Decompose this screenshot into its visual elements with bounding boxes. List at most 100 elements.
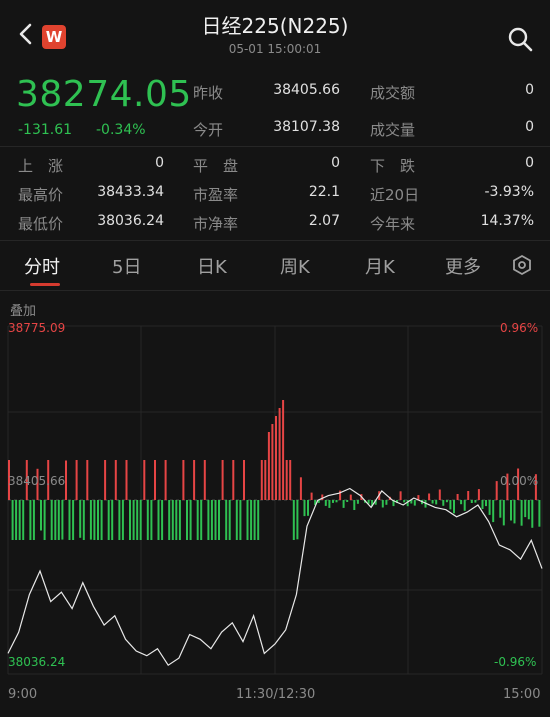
down-bar [520,500,523,526]
settings-icon[interactable] [511,254,533,276]
flat-label: 平 盘 [193,157,239,175]
up-bar [65,460,67,500]
down-bar [488,500,491,515]
up-bar [164,460,167,500]
down-bar [161,500,164,540]
down-bar [68,500,71,540]
down-bar [531,500,534,528]
pe-value: 22.1 [308,184,340,200]
down-bar [239,500,242,540]
down-bar [460,500,463,505]
divider [0,146,550,147]
down-bar [171,500,174,540]
ytd-value: 14.37% [480,213,534,229]
down-bar [82,500,85,540]
down-bar [118,500,121,540]
low-value: 38036.24 [97,213,164,229]
up-bar [289,460,292,500]
down-bar [146,500,149,540]
overlay-button[interactable]: 叠加 [10,300,36,319]
up-bar [114,460,117,500]
divider [0,240,550,241]
volume-label: 成交量 [370,121,416,139]
down-bar [178,500,181,540]
down-bar [492,500,495,523]
up-bar [104,460,107,500]
up-bar [310,492,313,500]
chart-top-value: 38775.09 [8,321,66,335]
down-value: 0 [525,155,534,171]
pe-label: 市盈率 [193,186,239,204]
tab-weekly-k[interactable]: 周K [280,253,310,279]
down-bar [445,500,448,503]
down-bar [342,500,345,508]
tab-monthly-k[interactable]: 月K [365,253,395,279]
search-icon[interactable] [505,24,535,54]
down-bar [538,500,541,527]
current-price: 38274.05 [16,74,192,115]
down-bar [189,500,192,540]
down-bar [175,500,178,540]
up-bar [285,460,288,500]
down-bar [15,500,18,540]
up-bar [428,493,431,500]
down-bar [207,500,210,540]
up-bar [456,494,459,500]
prev-close-value: 38405.66 [273,82,340,98]
down-bar [214,500,217,540]
open-value: 38107.38 [273,119,340,135]
down-bar [50,500,53,540]
x-axis-end: 15:00 [503,687,541,702]
down-bar [385,500,388,505]
down-bar [168,500,171,540]
down-bar [121,500,124,540]
up-bar [299,477,302,500]
down-bar [346,500,349,502]
up-bar [125,460,128,500]
down-bar [89,500,92,540]
flat-value: 0 [331,155,340,171]
volume-value: 0 [525,119,534,135]
up-bar [203,460,206,500]
tab-more[interactable]: 更多 [445,253,481,279]
down-bar [431,500,434,504]
down-bar [328,500,331,508]
up-label: 上 涨 [18,157,64,175]
down-bar [79,500,82,538]
price-change: -131.61 [18,122,73,138]
down-bar [107,500,110,540]
down-bar [43,500,46,540]
down-bar [453,500,455,514]
chart-bottom-value: 38036.24 [8,655,66,669]
down-bar [22,500,25,540]
up-bar [399,491,402,500]
down-bar [29,500,32,540]
down-bar [403,500,406,503]
up-bar [282,400,285,500]
chart-top-pct: 0.96% [500,321,539,335]
down-bar [57,500,60,540]
up-bar [467,491,470,500]
down-bar [218,500,220,540]
page-title: 日经225(N225) [201,14,349,38]
chart-bottom-pct: -0.96% [494,655,537,669]
up-bar [349,494,352,500]
down-bar [499,500,502,518]
down-bar [303,500,306,517]
down-bar [335,500,338,503]
intraday-chart [7,325,543,675]
up-bar [260,460,263,500]
down-bar [11,500,14,540]
tab-timeshare[interactable]: 分时 [24,253,60,279]
change-bars [8,400,541,540]
down-bar [474,500,477,503]
down-bar [257,500,260,540]
pb-label: 市净率 [193,215,239,233]
tab-5day[interactable]: 5日 [112,253,141,279]
tab-daily-k[interactable]: 日K [197,253,227,279]
up-bar [143,460,146,500]
up-bar [154,460,156,500]
down-bar [136,500,139,540]
ytd-label: 今年来 [370,215,416,233]
down-bar [449,500,452,510]
